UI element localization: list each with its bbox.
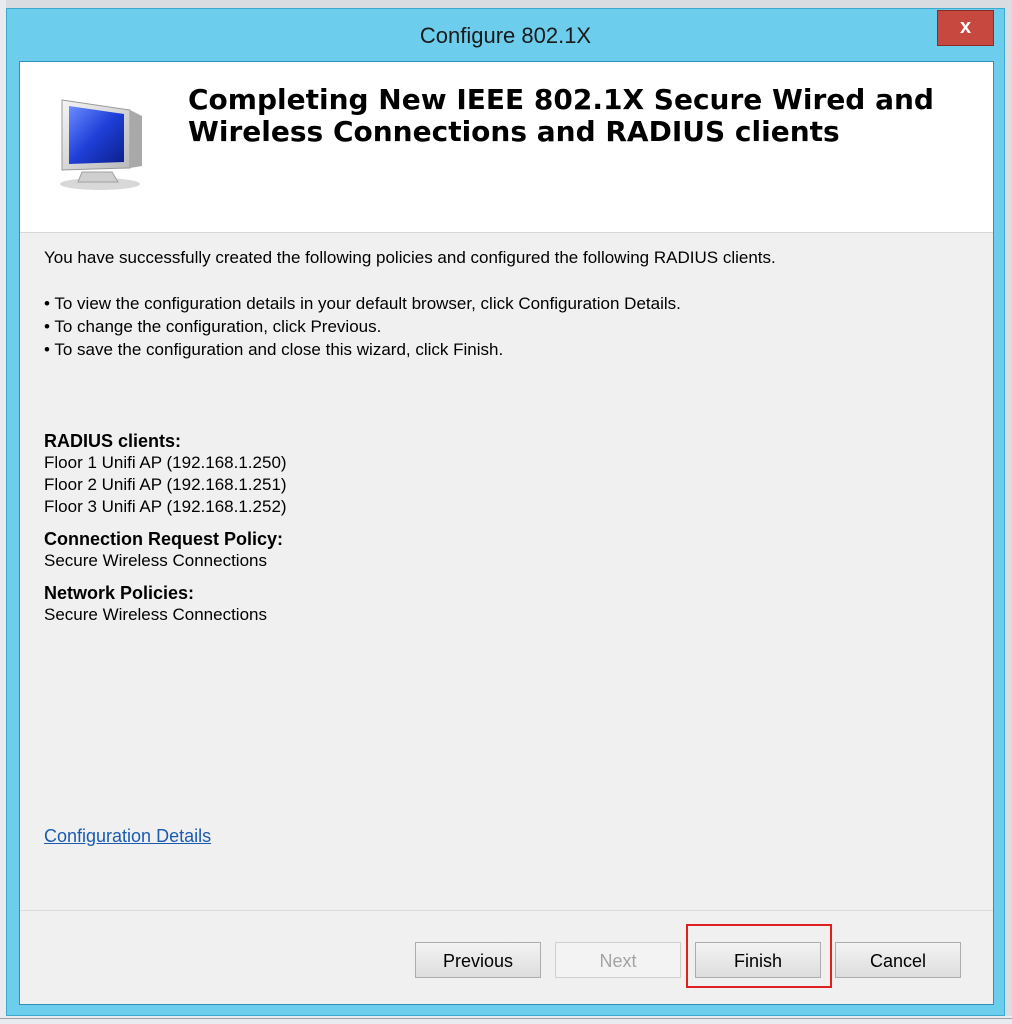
instruction-list: • To view the configuration details in y… bbox=[44, 292, 681, 361]
connection-request-policy-value: Secure Wireless Connections bbox=[44, 551, 267, 570]
wizard-window: Configure 802.1X x Completing New IEEE 8… bbox=[6, 8, 1005, 1016]
wizard-content: Completing New IEEE 802.1X Secure Wired … bbox=[19, 61, 994, 1005]
previous-button[interactable]: Previous bbox=[415, 942, 541, 978]
close-button[interactable]: x bbox=[937, 10, 994, 46]
computer-monitor-icon bbox=[60, 99, 142, 190]
configuration-summary: RADIUS clients: Floor 1 Unifi AP (192.16… bbox=[44, 430, 287, 626]
wizard-header: Completing New IEEE 802.1X Secure Wired … bbox=[20, 62, 993, 232]
instruction-item: • To change the configuration, click Pre… bbox=[44, 317, 382, 336]
instruction-item: • To save the configuration and close th… bbox=[44, 340, 504, 359]
finish-button[interactable]: Finish bbox=[695, 942, 821, 978]
connection-request-policy-label: Connection Request Policy: bbox=[44, 529, 284, 549]
next-button[interactable]: Next bbox=[555, 942, 681, 978]
radius-client-item: Floor 2 Unifi AP (192.168.1.251) bbox=[44, 475, 287, 494]
configuration-details-link[interactable]: Configuration Details bbox=[44, 826, 211, 847]
intro-text: You have successfully created the follow… bbox=[44, 248, 776, 267]
instruction-item: • To view the configuration details in y… bbox=[44, 294, 681, 313]
cancel-button[interactable]: Cancel bbox=[835, 942, 961, 978]
network-policies-value: Secure Wireless Connections bbox=[44, 605, 267, 624]
page-heading: Completing New IEEE 802.1X Secure Wired … bbox=[188, 83, 934, 148]
radius-client-item: Floor 3 Unifi AP (192.168.1.252) bbox=[44, 497, 287, 516]
background-divider bbox=[0, 1018, 1012, 1019]
window-title: Configure 802.1X bbox=[419, 23, 592, 48]
radius-client-item: Floor 1 Unifi AP (192.168.1.250) bbox=[44, 453, 287, 472]
radius-clients-label: RADIUS clients: bbox=[44, 431, 182, 451]
title-bar[interactable]: Configure 802.1X x bbox=[7, 9, 1004, 61]
network-policies-label: Network Policies: bbox=[44, 583, 195, 603]
footer-divider bbox=[20, 910, 993, 911]
header-divider bbox=[20, 232, 993, 233]
